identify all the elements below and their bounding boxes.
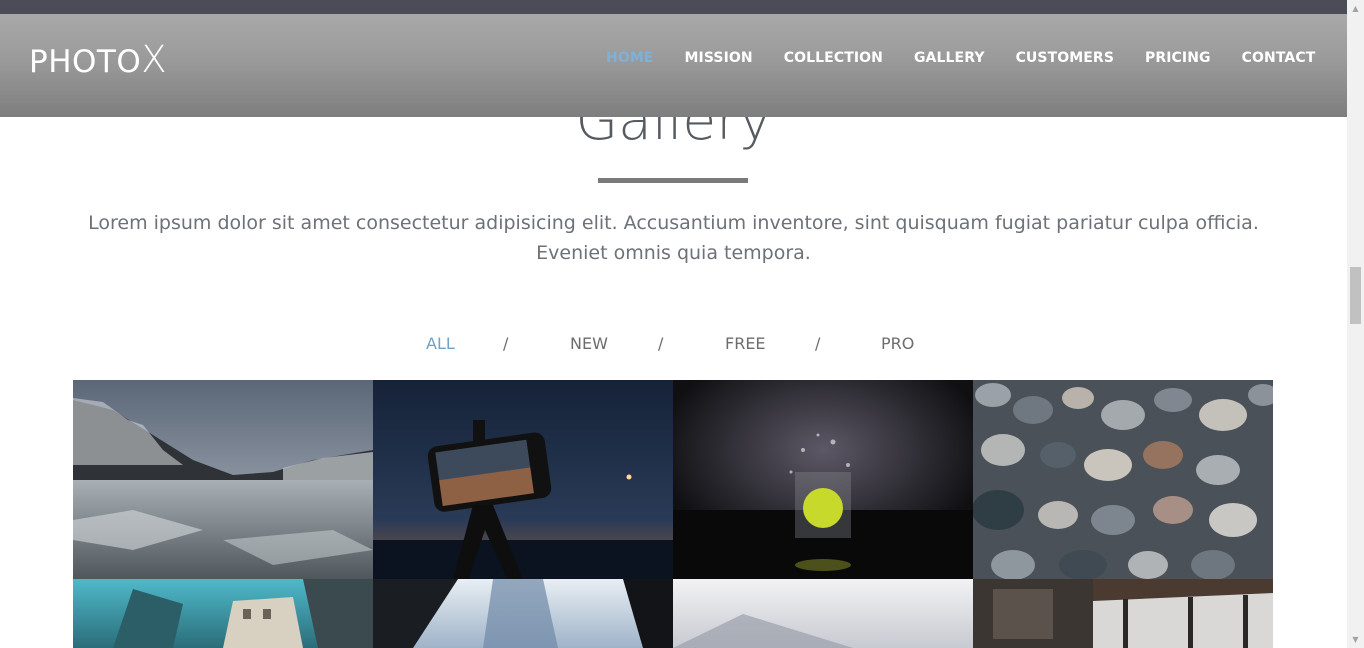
train-station-snow-image[interactable] (973, 579, 1273, 648)
main-nav: HOME MISSION COLLECTION GALLERY CUSTOMER… (606, 47, 1346, 69)
filter-free[interactable]: FREE (725, 333, 766, 355)
brand-logo[interactable]: PHOTOX (29, 38, 168, 81)
phone-tripod-image[interactable] (373, 380, 673, 579)
nav-gallery[interactable]: GALLERY (914, 47, 985, 69)
brand-x-text: X (141, 38, 168, 81)
lime-glass-splash-image[interactable] (673, 380, 973, 579)
gallery-intro: Lorem ipsum dolor sit amet consectetur a… (40, 208, 1307, 268)
filter-separator: / (815, 334, 821, 353)
filter-pro[interactable]: PRO (881, 333, 914, 355)
intro-line-1: Lorem ipsum dolor sit amet consectetur a… (88, 212, 1259, 234)
nav-contact[interactable]: CONTACT (1242, 47, 1316, 69)
vertical-scrollbar[interactable]: ▲ ▼ (1347, 0, 1364, 648)
top-strip (0, 0, 1347, 14)
city-buildings-image[interactable] (73, 579, 373, 648)
scroll-down-icon[interactable]: ▼ (1347, 631, 1364, 648)
misty-building-image[interactable] (673, 579, 973, 648)
filter-separator: / (503, 334, 509, 353)
nav-pricing[interactable]: PRICING (1145, 47, 1211, 69)
gallery-filters: ALL / NEW / FREE / PRO (0, 333, 1347, 355)
title-divider (598, 178, 748, 183)
skyscraper-fog-image[interactable] (373, 579, 673, 648)
nav-collection[interactable]: COLLECTION (784, 47, 883, 69)
scroll-up-icon[interactable]: ▲ (1347, 0, 1364, 17)
filter-all[interactable]: ALL (426, 333, 455, 355)
page: PHOTOX HOME MISSION COLLECTION GALLERY C… (0, 0, 1347, 648)
filter-separator: / (658, 334, 664, 353)
navbar: PHOTOX HOME MISSION COLLECTION GALLERY C… (0, 14, 1347, 117)
scroll-thumb[interactable] (1350, 267, 1361, 324)
nav-home[interactable]: HOME (606, 47, 654, 69)
nav-customers[interactable]: CUSTOMERS (1016, 47, 1114, 69)
brand-main-text: PHOTO (29, 44, 142, 80)
pebbles-image[interactable] (973, 380, 1273, 579)
intro-line-2: Eveniet omnis quia tempora. (536, 242, 811, 264)
filter-new[interactable]: NEW (570, 333, 608, 355)
nav-mission[interactable]: MISSION (685, 47, 753, 69)
lake-mountains-image[interactable] (73, 380, 373, 579)
